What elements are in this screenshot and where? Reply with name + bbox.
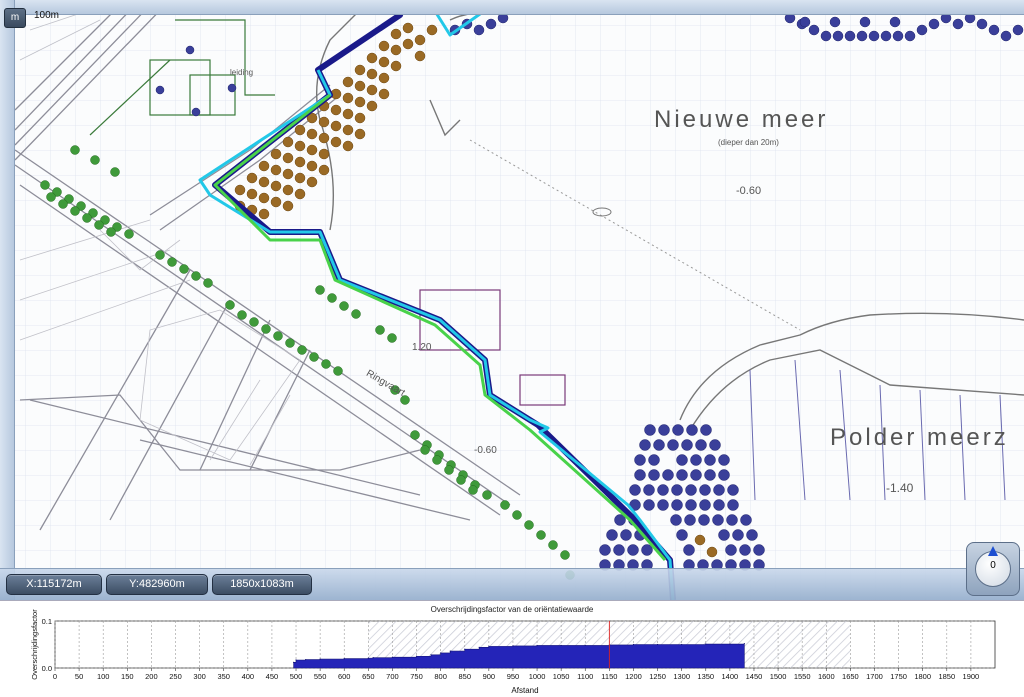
x-tick-label: 1050 bbox=[553, 672, 570, 681]
data-point bbox=[632, 643, 635, 646]
polder-label: Polder meerz bbox=[830, 424, 1009, 451]
x-tick-label: 0 bbox=[53, 672, 57, 681]
x-tick-label: 1000 bbox=[529, 672, 546, 681]
x-tick-label: 1600 bbox=[818, 672, 835, 681]
x-tick-label: 1850 bbox=[938, 672, 955, 681]
data-point bbox=[372, 657, 374, 659]
data-point bbox=[681, 643, 683, 646]
x-tick-label: 1150 bbox=[601, 672, 617, 681]
x-tick-label: 900 bbox=[483, 672, 496, 681]
x-tick-label: 650 bbox=[362, 672, 375, 681]
depth-label-lake: -0.60 bbox=[736, 185, 762, 197]
data-point bbox=[560, 644, 562, 647]
x-tick-label: 1500 bbox=[770, 672, 787, 681]
data-point bbox=[729, 643, 731, 645]
map-canvas[interactable] bbox=[0, 0, 1024, 600]
x-tick-label: 1300 bbox=[673, 672, 690, 681]
data-point bbox=[449, 650, 451, 652]
data-point bbox=[367, 657, 369, 659]
y-tick-label: 0.1 bbox=[42, 617, 52, 626]
data-point bbox=[391, 656, 394, 658]
north-arrow-icon bbox=[988, 546, 998, 556]
x-tick-label: 600 bbox=[338, 672, 351, 681]
vertical-ruler bbox=[0, 0, 15, 600]
data-point bbox=[584, 644, 586, 647]
compass-button[interactable]: 0 bbox=[966, 542, 1020, 596]
data-point bbox=[705, 643, 707, 645]
data-point bbox=[295, 659, 297, 661]
x-tick-label: 300 bbox=[193, 672, 206, 681]
x-tick-label: 1900 bbox=[963, 672, 980, 681]
scale-label: 100m bbox=[34, 10, 60, 21]
x-tick-label: 850 bbox=[458, 672, 471, 681]
x-tick-label: 550 bbox=[314, 672, 327, 681]
data-point bbox=[512, 645, 514, 647]
data-point bbox=[478, 646, 480, 648]
x-tick-label: 1100 bbox=[577, 672, 593, 681]
depth-label-polder: -1.40 bbox=[886, 481, 914, 495]
depth-label-canal: -0.60 bbox=[474, 445, 497, 456]
rotation-value: 0 bbox=[990, 560, 996, 571]
y-coordinate: Y:482960m bbox=[106, 574, 208, 595]
x-tick-label: 450 bbox=[266, 672, 279, 681]
x-tick-label: 200 bbox=[145, 672, 158, 681]
x-tick-label: 750 bbox=[410, 672, 423, 681]
x-tick-label: 1400 bbox=[722, 672, 739, 681]
lake-label: Nieuwe meer bbox=[654, 106, 829, 133]
x-tick-label: 1450 bbox=[746, 672, 763, 681]
x-tick-label: 100 bbox=[97, 672, 110, 681]
x-tick-label: 1550 bbox=[794, 672, 811, 681]
x-tick-label: 800 bbox=[434, 672, 447, 681]
x-tick-label: 1750 bbox=[890, 672, 907, 681]
data-point bbox=[319, 658, 321, 660]
data-point bbox=[293, 661, 295, 663]
y-tick-label: 0.0 bbox=[42, 664, 52, 673]
data-point bbox=[415, 655, 418, 657]
x-tick-label: 1800 bbox=[914, 672, 931, 681]
data-point bbox=[743, 642, 745, 645]
data-point bbox=[305, 658, 307, 661]
data-point bbox=[488, 645, 490, 647]
pipeline-label: leiding bbox=[230, 68, 254, 77]
data-point bbox=[430, 654, 432, 656]
x-tick-label: 1700 bbox=[866, 672, 883, 681]
x-axis-label: Afstand bbox=[511, 686, 538, 695]
x-tick-label: 950 bbox=[507, 672, 520, 681]
chart-canvas: 0 50 100 150 200 250 300 350 400 450 500 550 600 650 7… bbox=[30, 609, 996, 695]
data-point bbox=[656, 643, 659, 646]
x-tick-label: 250 bbox=[169, 672, 182, 681]
x-tick-label: 700 bbox=[386, 672, 399, 681]
data-point bbox=[343, 658, 345, 660]
level-label: 1.20 bbox=[412, 342, 432, 353]
x-tick-label: 1200 bbox=[625, 672, 642, 681]
data-point bbox=[440, 652, 442, 654]
y-axis-label: Overschrijdingsfactor bbox=[30, 609, 39, 680]
map-extent: 1850x1083m bbox=[212, 574, 312, 595]
x-coordinate: X:115172m bbox=[6, 574, 102, 595]
x-tick-label: 1650 bbox=[842, 672, 859, 681]
x-tick-label: 500 bbox=[290, 672, 303, 681]
data-point bbox=[536, 644, 538, 647]
horizontal-ruler bbox=[0, 0, 1024, 15]
data-point bbox=[464, 648, 466, 650]
x-tick-label: 350 bbox=[217, 672, 230, 681]
profile-chart: Overschrijdingsfactor van de oriëntatiew… bbox=[0, 600, 1024, 697]
lake-depth-label: (dieper dan 20m) bbox=[718, 138, 779, 147]
map-view[interactable]: Nieuwe meer (dieper dan 20m) -0.60 Polde… bbox=[0, 0, 1024, 600]
x-tick-label: 400 bbox=[242, 672, 255, 681]
x-tick-label: 1250 bbox=[649, 672, 666, 681]
x-tick-label: 50 bbox=[75, 672, 83, 681]
x-tick-label: 1350 bbox=[697, 672, 714, 681]
unit-button[interactable]: m bbox=[4, 8, 26, 28]
x-tick-label: 150 bbox=[121, 672, 134, 681]
